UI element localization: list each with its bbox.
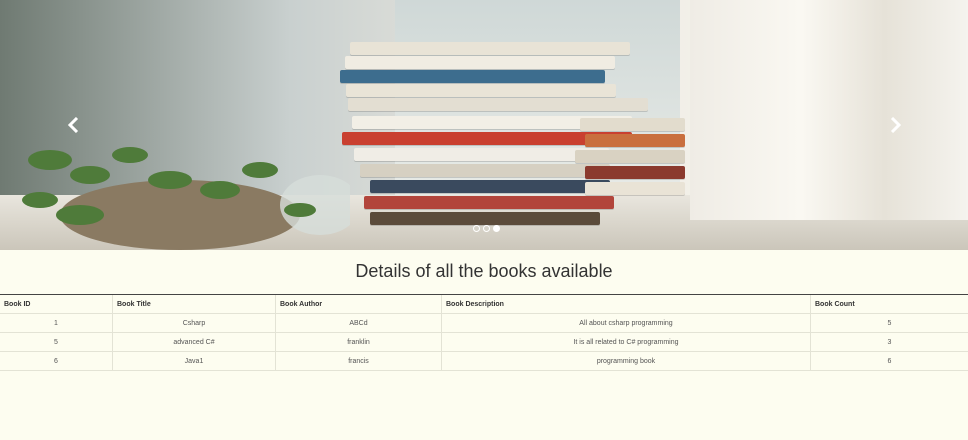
book-stack-image bbox=[340, 38, 690, 228]
table-row: 1 Csharp ABCd All about csharp programmi… bbox=[0, 313, 968, 333]
cell-book-count: 6 bbox=[810, 351, 968, 371]
table-row: 5 advanced C# franklin It is all related… bbox=[0, 332, 968, 352]
cell-book-description: All about csharp programming bbox=[441, 313, 811, 333]
cell-book-title: advanced C# bbox=[112, 332, 276, 352]
header-book-title: Book Title bbox=[112, 294, 276, 314]
table-header-row: Book ID Book Title Book Author Book Desc… bbox=[0, 294, 968, 314]
carousel-prev-button[interactable] bbox=[60, 112, 88, 142]
header-book-id: Book ID bbox=[0, 294, 113, 314]
cell-book-id: 5 bbox=[0, 332, 113, 352]
carousel-indicators bbox=[473, 225, 500, 232]
cell-book-description: programming book bbox=[441, 351, 811, 371]
cell-book-id: 1 bbox=[0, 313, 113, 333]
cell-book-author: franklin bbox=[275, 332, 442, 352]
cell-book-author: francis bbox=[275, 351, 442, 371]
books-table: Book ID Book Title Book Author Book Desc… bbox=[0, 294, 968, 371]
carousel-indicator-1[interactable] bbox=[473, 225, 480, 232]
table-row: 6 Java1 francis programming book 6 bbox=[0, 351, 968, 371]
cell-book-id: 6 bbox=[0, 351, 113, 371]
cell-book-title: Csharp bbox=[112, 313, 276, 333]
carousel-indicator-3[interactable] bbox=[493, 225, 500, 232]
chevron-left-icon bbox=[67, 116, 79, 134]
cell-book-title: Java1 bbox=[112, 351, 276, 371]
header-book-description: Book Description bbox=[441, 294, 811, 314]
cell-book-count: 3 bbox=[810, 332, 968, 352]
header-book-author: Book Author bbox=[275, 294, 442, 314]
carousel-indicator-2[interactable] bbox=[483, 225, 490, 232]
book-carousel bbox=[0, 0, 968, 250]
cell-book-description: It is all related to C# programming bbox=[441, 332, 811, 352]
carousel-next-button[interactable] bbox=[881, 112, 909, 142]
cell-book-count: 5 bbox=[810, 313, 968, 333]
header-book-count: Book Count bbox=[810, 294, 968, 314]
page-title: Details of all the books available bbox=[355, 261, 613, 281]
curtain bbox=[690, 0, 968, 220]
chevron-right-icon bbox=[890, 116, 902, 134]
cell-book-author: ABCd bbox=[275, 313, 442, 333]
